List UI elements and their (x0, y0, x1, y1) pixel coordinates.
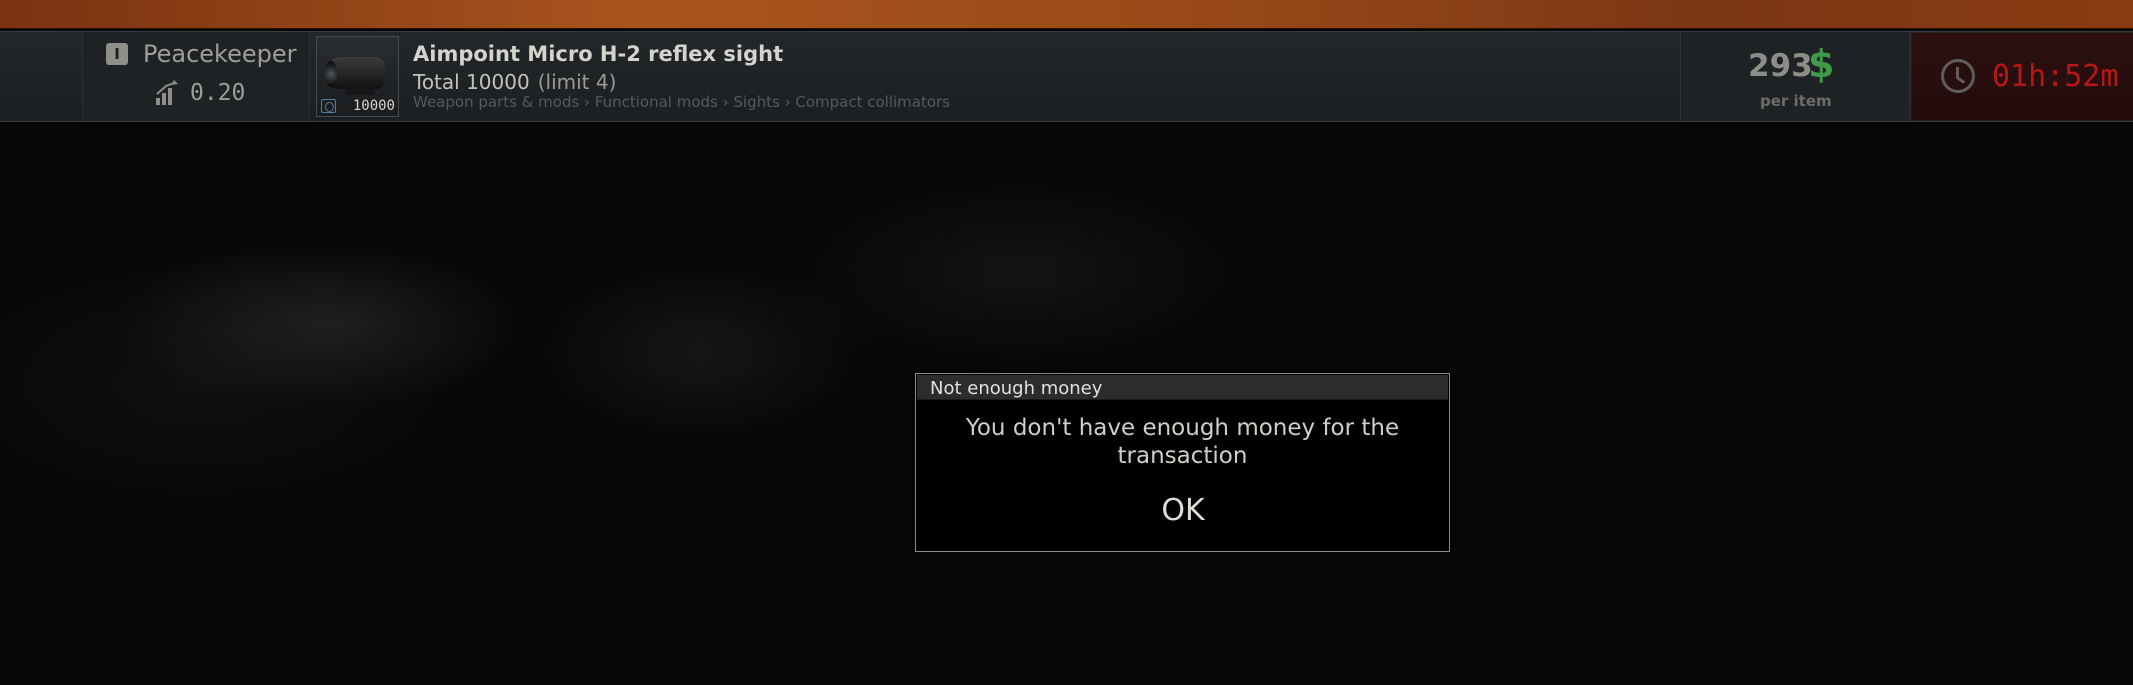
item-limit: (limit 4) (537, 70, 617, 94)
dialog-header: Not enough money (917, 375, 1448, 400)
top-accent-bar (0, 0, 2133, 29)
item-total: Total 10000 (limit 4) (413, 70, 616, 94)
sight-lens-image (325, 61, 337, 87)
currency-dollar-icon: $ (1808, 42, 1835, 86)
sight-mount-image (345, 87, 375, 95)
item-stack-count: 10000 (352, 98, 395, 114)
found-in-raid-icon (321, 99, 336, 113)
trader-level-icon: I (106, 43, 128, 65)
trader-name[interactable]: Peacekeeper (143, 40, 297, 68)
offer-time-remaining: 01h:52m (1992, 59, 2119, 94)
price-per-item-label: per item (1760, 92, 1832, 110)
item-name[interactable]: Aimpoint Micro H-2 reflex sight (413, 42, 783, 66)
item-thumbnail[interactable]: 10000 (316, 36, 399, 117)
signal-bars-icon (156, 80, 178, 105)
not-enough-money-dialog: Not enough money You don't have enough m… (915, 373, 1450, 552)
dialog-title: Not enough money (930, 378, 1103, 399)
trader-rating: 0.20 (190, 80, 246, 106)
price-value: 293 (1748, 48, 1813, 84)
item-category-breadcrumb: Weapon parts & mods › Functional mods › … (413, 93, 950, 111)
dialog-message: You don't have enough money for the tran… (965, 415, 1400, 469)
ok-button[interactable]: OK (1148, 490, 1218, 530)
clock-icon (1941, 59, 1975, 93)
reflex-sight-image (329, 57, 385, 89)
item-total-count: Total 10000 (413, 70, 530, 94)
